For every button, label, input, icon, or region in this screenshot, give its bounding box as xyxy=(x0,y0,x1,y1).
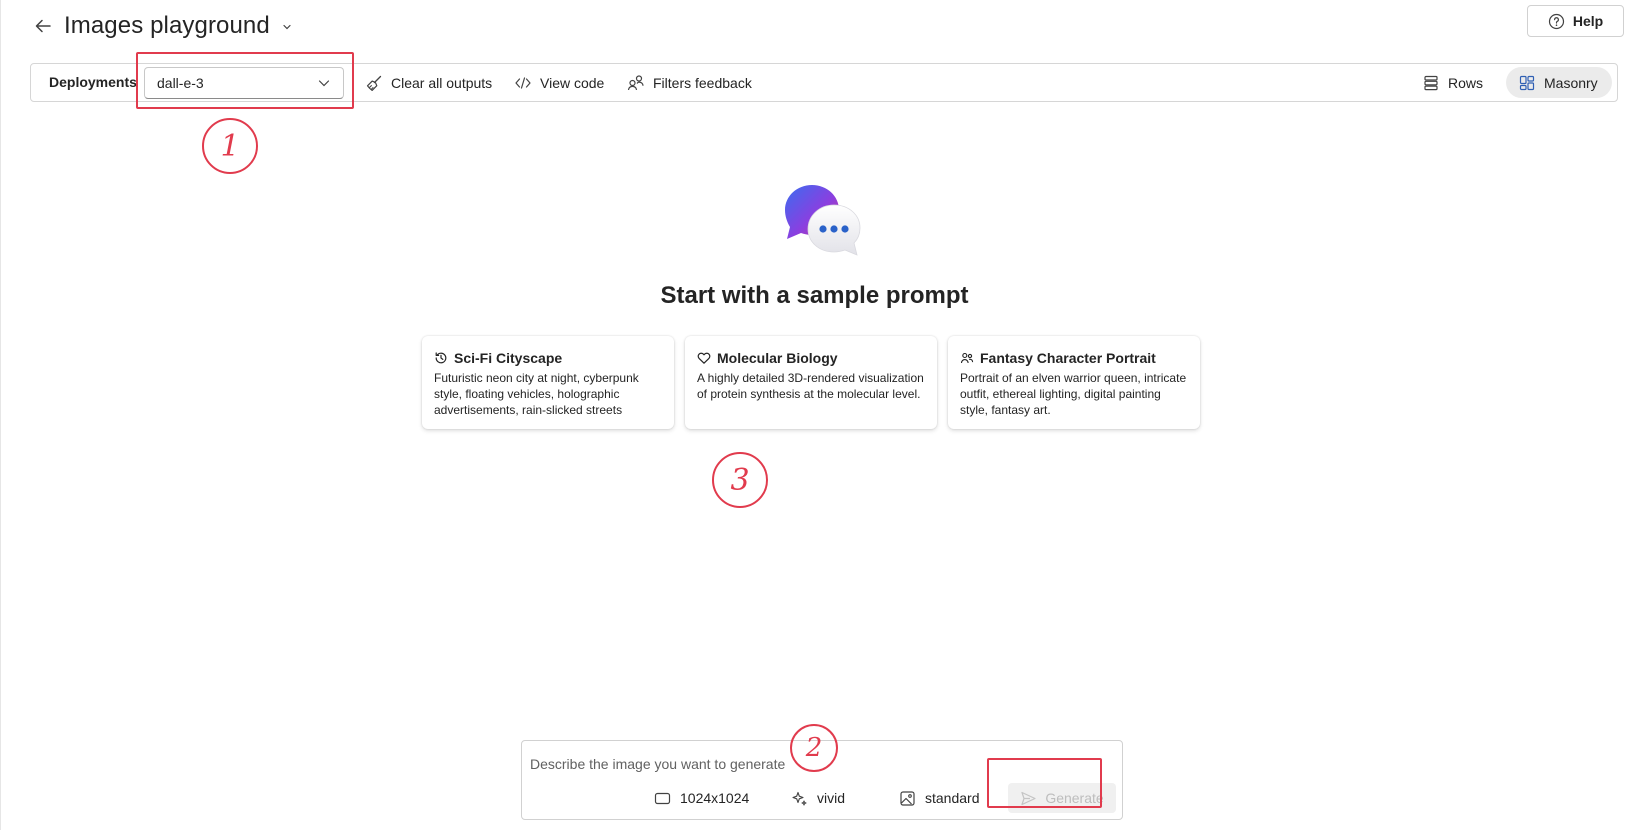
size-option-button[interactable]: 1024x1024 xyxy=(653,786,749,810)
annotation-number-1: 1 xyxy=(220,128,240,164)
help-button[interactable]: Help xyxy=(1527,5,1624,37)
question-circle-icon xyxy=(1548,13,1565,30)
card-title: Fantasy Character Portrait xyxy=(980,350,1156,366)
heart-icon xyxy=(697,351,711,365)
empty-state-title: Start with a sample prompt xyxy=(660,282,969,309)
annotation-marker-1: 1 xyxy=(202,118,258,174)
arrow-left-icon[interactable] xyxy=(32,15,54,37)
generate-button[interactable]: Generate xyxy=(1008,783,1116,813)
annotation-marker-3: 3 xyxy=(712,452,768,508)
sample-prompt-card-fantasy[interactable]: Fantasy Character Portrait Portrait of a… xyxy=(948,336,1200,429)
rows-label: Rows xyxy=(1448,74,1484,91)
clear-all-outputs-label: Clear all outputs xyxy=(391,74,493,91)
deployment-value: dall-e-3 xyxy=(157,75,204,91)
quality-value: standard xyxy=(925,790,980,806)
masonry-view-button[interactable]: Masonry xyxy=(1506,67,1612,98)
view-code-button[interactable]: View code xyxy=(514,64,604,101)
style-option-button[interactable]: vivid xyxy=(790,786,845,810)
chevron-down-icon[interactable] xyxy=(282,21,294,33)
card-title-row: Molecular Biology xyxy=(697,350,925,366)
page-header: Images playground xyxy=(32,8,294,44)
people-feedback-icon xyxy=(627,74,645,92)
aspect-ratio-icon xyxy=(653,789,671,807)
masonry-label: Masonry xyxy=(1544,74,1598,91)
annotation-marker-2: 2 xyxy=(790,724,838,772)
rows-view-button[interactable]: Rows xyxy=(1422,64,1483,101)
filters-feedback-button[interactable]: Filters feedback xyxy=(627,64,752,101)
history-icon xyxy=(434,351,448,365)
card-description: A highly detailed 3D-rendered visualizat… xyxy=(697,371,924,401)
chevron-down-icon xyxy=(317,76,331,90)
rows-icon xyxy=(1422,74,1440,92)
card-title: Molecular Biology xyxy=(717,350,838,366)
size-value: 1024x1024 xyxy=(680,790,750,806)
send-icon xyxy=(1020,790,1037,807)
deployment-select[interactable]: dall-e-3 xyxy=(144,67,344,99)
image-icon xyxy=(898,789,916,807)
annotation-number-2: 2 xyxy=(805,733,823,763)
card-description: Futuristic neon city at night, cyberpunk… xyxy=(434,371,639,417)
style-value: vivid xyxy=(817,790,846,806)
card-title-row: Sci-Fi Cityscape xyxy=(434,350,662,366)
annotation-number-3: 3 xyxy=(730,462,750,498)
card-title: Sci-Fi Cityscape xyxy=(454,350,563,366)
clear-all-outputs-button[interactable]: Clear all outputs xyxy=(365,64,492,101)
sparkle-icon xyxy=(790,789,808,807)
view-code-label: View code xyxy=(540,74,605,91)
toolbar: Deployments dall-e-3 Clear all outputs V… xyxy=(30,63,1618,102)
left-border xyxy=(0,0,1,830)
sample-prompt-card-molecular[interactable]: Molecular Biology A highly detailed 3D-r… xyxy=(685,336,937,429)
help-label: Help xyxy=(1572,13,1604,29)
people-icon xyxy=(960,351,974,365)
code-icon xyxy=(514,74,532,92)
masonry-grid-icon xyxy=(1518,74,1536,92)
sample-prompt-card-sci-fi[interactable]: Sci-Fi Cityscape Futuristic neon city at… xyxy=(422,336,674,429)
page-title[interactable]: Images playground xyxy=(64,12,270,40)
quality-option-button[interactable]: standard xyxy=(898,786,979,810)
chat-bubbles-icon xyxy=(782,183,867,263)
broom-icon xyxy=(365,74,383,92)
card-description: Portrait of an elven warrior queen, intr… xyxy=(960,371,1187,417)
deployments-label: Deployments xyxy=(49,74,137,90)
card-title-row: Fantasy Character Portrait xyxy=(960,350,1188,366)
filters-feedback-label: Filters feedback xyxy=(653,74,752,91)
generate-label: Generate xyxy=(1045,790,1104,806)
